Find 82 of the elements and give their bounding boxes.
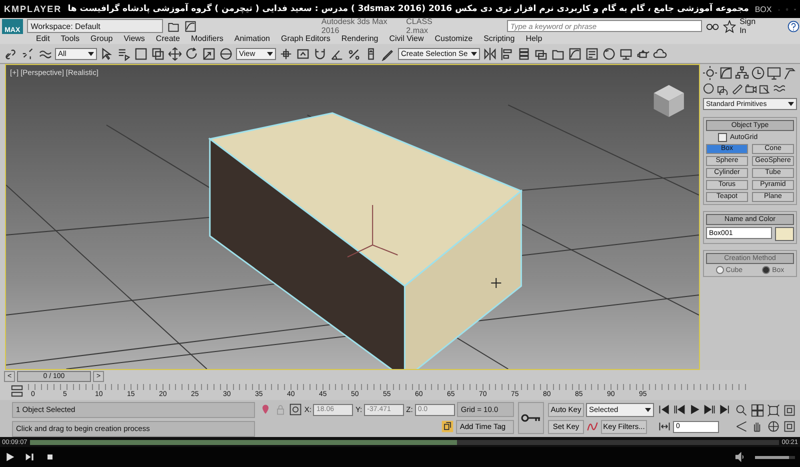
snap-magnet-icon[interactable]: [313, 46, 327, 60]
helper-icon[interactable]: [759, 83, 771, 95]
radio-button[interactable]: [762, 266, 770, 274]
window-title: Autodesk 3ds Max 2016: [321, 17, 388, 35]
align-icon[interactable]: [500, 46, 514, 60]
help-icon[interactable]: [787, 20, 800, 32]
menu-item[interactable]: Edit: [36, 34, 50, 44]
next-frame-icon[interactable]: [703, 403, 716, 416]
hammer-icon[interactable]: [783, 66, 797, 80]
scale-icon[interactable]: [202, 46, 216, 60]
menu-item[interactable]: Graph Editors: [280, 34, 330, 44]
list-select-icon[interactable]: [117, 46, 131, 60]
stop-icon[interactable]: [45, 452, 55, 462]
zoom-region-icon[interactable]: [783, 404, 796, 417]
radio-button[interactable]: [716, 266, 724, 274]
move-icon[interactable]: [168, 46, 182, 60]
go-to-start-icon[interactable]: [658, 403, 671, 416]
window-crossing-icon[interactable]: [151, 46, 165, 60]
view-cube-icon[interactable]: [654, 85, 684, 117]
clock-icon[interactable]: [751, 66, 765, 80]
play-icon[interactable]: [5, 452, 15, 462]
menu-item[interactable]: Animation: [234, 34, 270, 44]
time-tag-icon[interactable]: [440, 420, 454, 433]
video-title: مجموعه آموزشی جامع ، گام به گام و کاربردی نرم افزار تری دی مکس 2016 (3dsmax 2016 ) مدرس : سعید فدایی ( تیچرمن ) گروه آموزشی پادشاه گرافیست ها: [68, 4, 749, 14]
monitor-icon[interactable]: [767, 66, 781, 80]
zoom-extents-icon[interactable]: [767, 404, 780, 417]
percent-snap-icon[interactable]: [347, 46, 361, 60]
curve-icon[interactable]: [719, 66, 733, 80]
render-setup-icon[interactable]: [619, 46, 633, 60]
schematic-icon[interactable]: [585, 46, 599, 60]
go-to-end-icon[interactable]: [718, 403, 731, 416]
menu-item[interactable]: Scripting: [484, 34, 515, 44]
menu-item[interactable]: Tools: [60, 34, 80, 44]
mirror-icon[interactable]: [483, 46, 497, 60]
menu-item[interactable]: Views: [124, 34, 145, 44]
zoom-all-icon[interactable]: [751, 404, 764, 417]
menu-item[interactable]: Rendering: [341, 34, 378, 44]
menu-item[interactable]: Customize: [434, 34, 473, 44]
maximize-icon[interactable]: [783, 420, 796, 433]
link-icon[interactable]: [4, 46, 18, 60]
cursor-crosshair-icon: [490, 278, 502, 288]
video-mode-label: BOX: [754, 4, 772, 14]
play-icon[interactable]: [688, 403, 701, 416]
checkbox[interactable]: [718, 133, 727, 142]
key-mode-toggle-icon[interactable]: [658, 420, 671, 433]
curve-editor-icon[interactable]: [568, 46, 582, 60]
field-of-view-icon[interactable]: [735, 420, 748, 433]
cursor-icon[interactable]: [100, 46, 114, 60]
previous-frame-icon[interactable]: [673, 403, 686, 416]
axis-gizmo-icon: [346, 204, 398, 258]
hierarchy-icon[interactable]: [735, 66, 749, 80]
file-name: CLASS 2.max: [406, 17, 434, 35]
rectangle-select-icon[interactable]: [134, 46, 148, 60]
rotate-icon[interactable]: [185, 46, 199, 60]
zoom-icon[interactable]: [735, 404, 748, 417]
target-icon[interactable]: [289, 403, 302, 416]
cloud-icon[interactable]: [653, 46, 667, 60]
key-icon: [520, 413, 541, 423]
sphere-icon[interactable]: [703, 83, 715, 95]
camera-icon[interactable]: [745, 83, 757, 95]
orbit-icon[interactable]: [767, 420, 780, 433]
seek-bar[interactable]: [30, 440, 779, 444]
set-keys-button[interactable]: [518, 402, 544, 434]
workspace-dropdown[interactable]: Workspace: Default: [26, 19, 164, 33]
menu-item[interactable]: Group: [90, 34, 113, 44]
sign-in-link[interactable]: Sign In: [740, 17, 763, 35]
next-icon[interactable]: [25, 452, 35, 462]
volume-icon[interactable]: [735, 452, 745, 462]
player-logo: KMPLAYER: [4, 4, 62, 14]
menu-item[interactable]: Modifiers: [190, 34, 224, 44]
color-swatch[interactable]: [775, 227, 794, 241]
layers-icon[interactable]: [517, 46, 531, 60]
star-icon[interactable]: [722, 20, 736, 32]
curve-editor-icon[interactable]: [184, 20, 198, 32]
shapes-icon[interactable]: [717, 83, 729, 95]
pivot-icon[interactable]: [279, 46, 293, 60]
box-drawing[interactable]: [208, 112, 523, 369]
menu-item[interactable]: Create: [156, 34, 180, 44]
key-curve-icon[interactable]: [586, 420, 599, 433]
sun-icon[interactable]: [703, 66, 717, 80]
menu-item[interactable]: Civil View: [389, 34, 424, 44]
menu-item[interactable]: Help: [526, 34, 542, 44]
